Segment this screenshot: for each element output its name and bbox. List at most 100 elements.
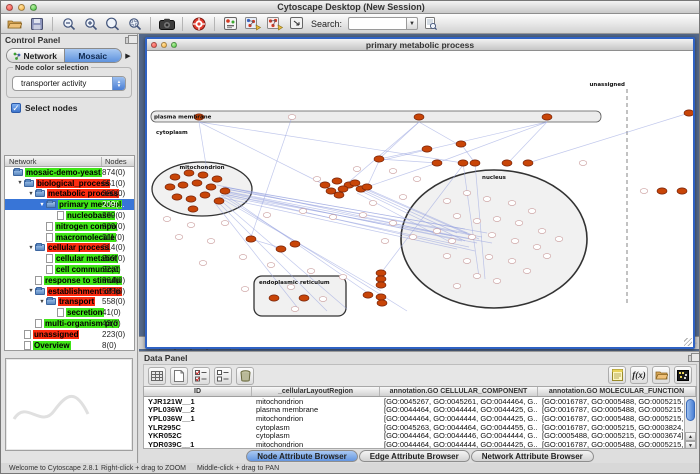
tree-row[interactable]: macromolecule311(0): [5, 232, 134, 243]
gene-node[interactable]: [488, 233, 496, 238]
close-icon[interactable]: [6, 4, 13, 11]
disclosure-icon[interactable]: ▼: [16, 180, 24, 186]
gene-node[interactable]: [409, 235, 417, 240]
selected-gene-node[interactable]: [165, 184, 175, 190]
selected-gene-node[interactable]: [214, 198, 224, 204]
tree-row[interactable]: ▼cellular process614(0): [5, 243, 134, 254]
selected-gene-node[interactable]: [422, 146, 432, 152]
edit-network-alt-icon[interactable]: [265, 15, 284, 32]
select-attributes-icon[interactable]: [192, 367, 210, 385]
network-canvas[interactable]: plasma membranecytoplasmmitochondrionnuc…: [147, 51, 693, 347]
selected-gene-node[interactable]: [376, 276, 386, 282]
function-builder-icon[interactable]: f(x): [630, 366, 648, 384]
selected-gene-node[interactable]: [502, 160, 512, 166]
delete-attribute-icon[interactable]: [236, 367, 254, 385]
gene-node[interactable]: [453, 214, 461, 219]
float-panel-icon[interactable]: [688, 355, 696, 362]
selected-gene-node[interactable]: [212, 176, 222, 182]
gene-node[interactable]: [187, 223, 195, 228]
tree-row[interactable]: ▼metabolic process280(0): [5, 189, 134, 200]
zoom-fit-icon[interactable]: [103, 15, 122, 32]
tree-row[interactable]: multi-organism pro42(0): [5, 318, 134, 329]
annotation-icon[interactable]: [287, 15, 306, 32]
gene-node[interactable]: [263, 213, 271, 218]
gene-node[interactable]: [291, 307, 299, 312]
tree-row[interactable]: secretion41(0): [5, 307, 134, 318]
gene-node[interactable]: [339, 275, 347, 280]
gene-node[interactable]: [515, 221, 523, 226]
selected-gene-node[interactable]: [320, 182, 330, 188]
gene-node[interactable]: [543, 254, 551, 259]
gene-node[interactable]: [175, 235, 183, 240]
selected-gene-node[interactable]: [657, 188, 667, 194]
minimize-icon[interactable]: [161, 42, 167, 48]
selected-gene-node[interactable]: [192, 180, 202, 186]
scrollbar-thumb[interactable]: [686, 399, 695, 421]
gene-node[interactable]: [523, 269, 531, 274]
tab-network[interactable]: Network: [7, 49, 64, 62]
zoom-selected-icon[interactable]: [125, 15, 144, 32]
table-row[interactable]: YJR121W__1mitochondrion[GO:0045267, GO:0…: [144, 397, 696, 406]
tree-row[interactable]: cellular metabol209(0): [5, 253, 134, 264]
gene-node[interactable]: [199, 261, 207, 266]
minimize-icon[interactable]: [18, 4, 25, 11]
select-nodes-row[interactable]: ✓ Select nodes: [11, 103, 129, 113]
gene-node[interactable]: [473, 274, 481, 279]
new-attribute-icon[interactable]: [170, 367, 188, 385]
tree-row[interactable]: response to stimulu264(0): [5, 275, 134, 286]
selected-gene-node[interactable]: [432, 160, 442, 166]
gene-node[interactable]: [473, 219, 481, 224]
tree-header[interactable]: Network Nodes: [5, 156, 134, 167]
gene-node[interactable]: [508, 259, 516, 264]
tree-row[interactable]: mosaic-demo-yeast874(0): [5, 167, 134, 178]
attribute-search-icon[interactable]: [421, 15, 440, 32]
selected-gene-node[interactable]: [290, 241, 300, 247]
selected-gene-node[interactable]: [523, 160, 533, 166]
tab-node-attribute-browser[interactable]: Node Attribute Browser: [246, 450, 358, 462]
gene-node[interactable]: [533, 245, 541, 250]
selected-gene-node[interactable]: [172, 194, 182, 200]
gene-node[interactable]: [528, 209, 536, 214]
selected-gene-node[interactable]: [376, 294, 386, 300]
gene-node[interactable]: [389, 169, 397, 174]
gene-node[interactable]: [399, 195, 407, 200]
gene-node[interactable]: [443, 254, 451, 259]
gene-node[interactable]: [555, 237, 563, 242]
selected-gene-node[interactable]: [198, 172, 208, 178]
gene-node[interactable]: [239, 255, 247, 260]
gene-node[interactable]: [493, 279, 501, 284]
table-scrollbar[interactable]: ▲ ▼: [684, 397, 696, 449]
selected-gene-node[interactable]: [276, 246, 286, 252]
selected-gene-node[interactable]: [684, 110, 693, 116]
vizmapper-icon[interactable]: [221, 15, 240, 32]
selected-gene-node[interactable]: [542, 114, 552, 120]
unselect-attributes-icon[interactable]: [214, 367, 232, 385]
resize-grip-icon[interactable]: [684, 338, 692, 346]
snapshot-camera-icon[interactable]: [157, 15, 176, 32]
tree-row[interactable]: unassigned223(0): [5, 329, 134, 340]
gene-node[interactable]: [299, 209, 307, 214]
attribute-table[interactable]: ID_cellularLayoutRegionannotation.GO CEL…: [143, 386, 697, 449]
tree-row[interactable]: ▼establishment of lo558(0): [5, 286, 134, 297]
help-lifesaver-icon[interactable]: [189, 15, 208, 32]
gene-node[interactable]: [267, 263, 275, 268]
attribute-notes-icon[interactable]: [608, 366, 626, 384]
gene-node[interactable]: [369, 201, 377, 206]
selected-gene-node[interactable]: [186, 196, 196, 202]
search-input[interactable]: [348, 17, 406, 30]
gene-node[interactable]: [485, 255, 493, 260]
gene-node[interactable]: [207, 239, 215, 244]
selected-gene-node[interactable]: [677, 188, 687, 194]
tab-edge-attribute-browser[interactable]: Edge Attribute Browser: [359, 450, 470, 462]
gene-node[interactable]: [359, 213, 367, 218]
selected-gene-node[interactable]: [414, 114, 424, 120]
table-row[interactable]: YDR039C__1mitochondrion[GO:0044464, GO:0…: [144, 440, 696, 449]
attribute-matrix-icon[interactable]: [674, 366, 692, 384]
gene-node[interactable]: [463, 259, 471, 264]
attribute-table-icon[interactable]: [148, 367, 166, 385]
column-header[interactable]: ID: [144, 387, 252, 396]
selected-gene-node[interactable]: [470, 160, 480, 166]
selected-gene-node[interactable]: [246, 236, 256, 242]
close-icon[interactable]: [151, 42, 157, 48]
network-view-window[interactable]: primary metabolic process plasma membran…: [145, 37, 695, 349]
